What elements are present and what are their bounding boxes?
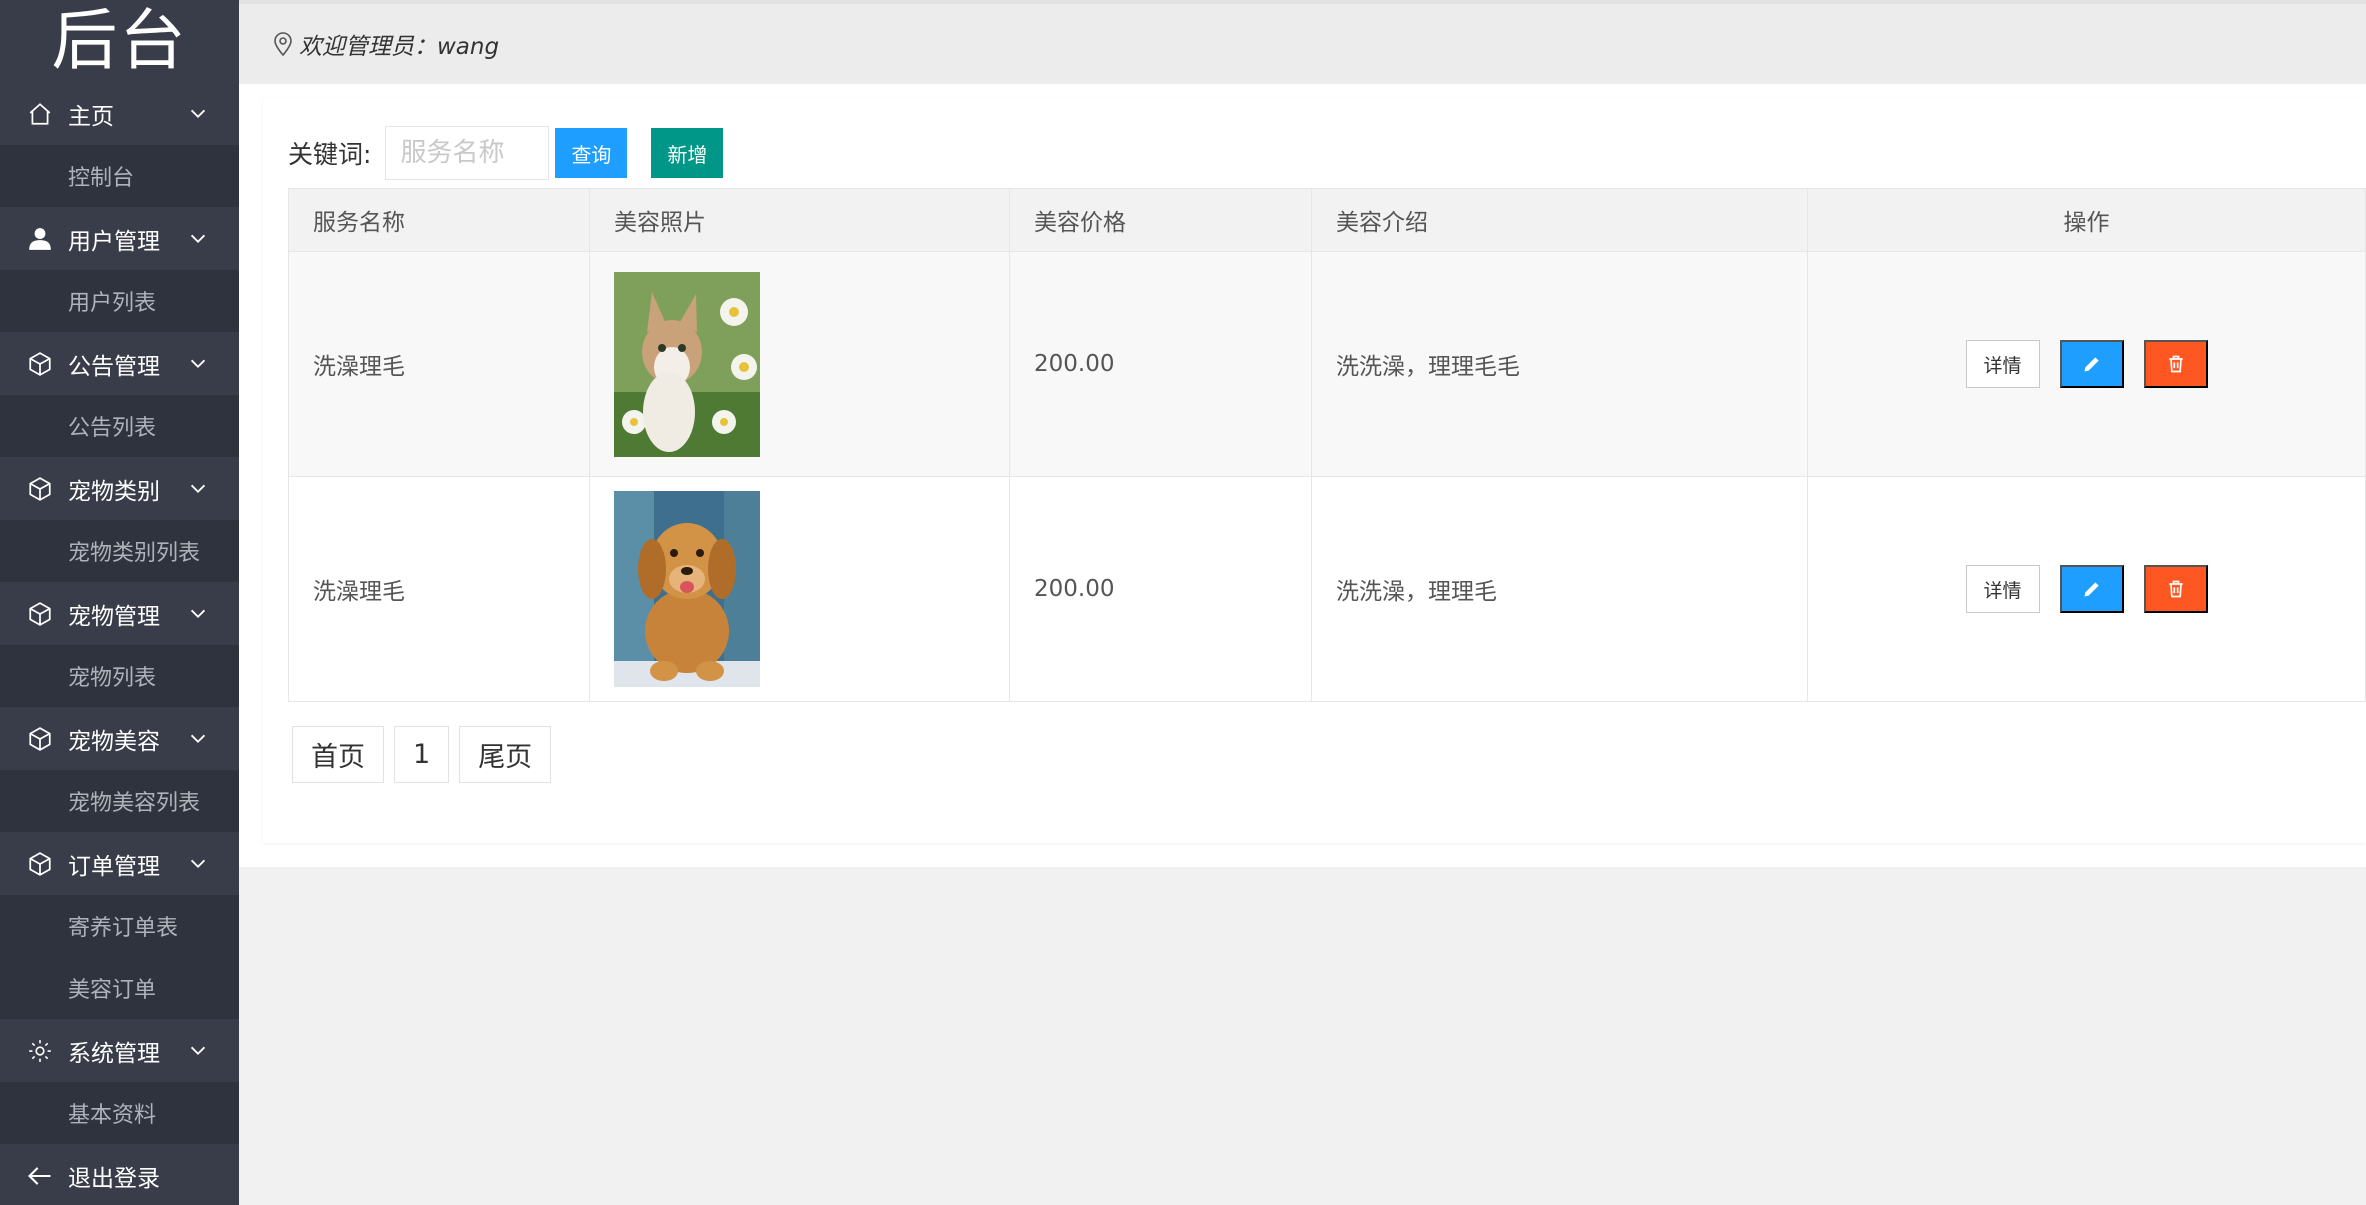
nav-sub-pet-category-list[interactable]: 宠物类别列表 [0,520,239,582]
edit-icon [2084,582,2099,597]
nav-system[interactable]: 系统管理 [0,1019,239,1082]
nav-grooming[interactable]: 宠物美容 [0,707,239,770]
cell-price: 200.00 [1009,251,1312,477]
delete-button[interactable] [2143,340,2208,388]
chevron-down-icon [190,1046,206,1055]
chevron-down-icon [190,109,206,118]
detail-button[interactable]: 详情 [1965,565,2040,613]
nav-sub-profile[interactable]: 基本资料 [0,1082,239,1144]
cube-icon [26,850,54,878]
search-input[interactable] [385,126,550,180]
nav-orders-label: 订单管理 [68,853,160,880]
cell-photo [589,476,1010,702]
cube-icon [26,600,54,628]
edit-button[interactable] [2059,340,2124,388]
nav-orders[interactable]: 订单管理 [0,832,239,895]
nav-home[interactable]: 主页 [0,82,239,145]
nav-pets-label: 宠物管理 [68,603,160,630]
cell-actions: 详情 [1807,476,2366,702]
last-page-button[interactable]: 尾页 [459,726,552,783]
nav-notices[interactable]: 公告管理 [0,332,239,395]
chevron-down-icon [190,484,206,493]
query-button[interactable]: 查询 [555,128,628,178]
location-pin-icon [274,32,292,57]
header-price: 美容价格 [1009,188,1312,252]
cat-photo [614,271,760,457]
nav-pets[interactable]: 宠物管理 [0,582,239,645]
nav-pet-category-label: 宠物类别 [68,478,160,505]
cell-photo [589,251,1010,477]
nav-users[interactable]: 用户管理 [0,207,239,270]
nav-notices-label: 公告管理 [68,353,160,380]
nav-sub-pet-list[interactable]: 宠物列表 [0,645,239,707]
cell-price: 200.00 [1009,476,1312,702]
cell-service-name: 洗澡理毛 [288,251,590,477]
delete-button[interactable] [2143,565,2208,613]
chevron-down-icon [190,734,206,743]
cell-service-name: 洗澡理毛 [288,476,590,702]
top-bar: 欢迎管理员：wang [239,0,2366,84]
chevron-down-icon [190,609,206,618]
edit-button[interactable] [2059,565,2124,613]
arrow-left-icon [26,1162,54,1190]
header-photo: 美容照片 [589,188,1010,252]
nav-sub-grooming-orders[interactable]: 美容订单 [0,957,239,1019]
header-actions: 操作 [1807,188,2366,252]
table-row: 洗澡理毛 200.00 洗洗澡，理理毛毛 详情 [288,251,2366,477]
nav-sub-notice-list[interactable]: 公告列表 [0,395,239,457]
keyword-label: 关键词: [288,140,372,169]
chevron-down-icon [190,859,206,868]
header-service-name: 服务名称 [288,188,590,252]
user-icon [26,225,54,253]
nav-users-label: 用户管理 [68,228,160,255]
brand-title: 后台 [51,2,188,79]
welcome-text: 欢迎管理员：wang [299,34,500,60]
nav-sub-user-list[interactable]: 用户列表 [0,270,239,332]
table-header-row: 服务名称 美容照片 美容价格 美容介绍 操作 [288,188,2366,252]
table-row: 洗澡理毛 200.00 洗洗澡，理理毛 详情 [288,476,2366,702]
pagination: 首页 1 尾页 [292,726,552,783]
services-table: 服务名称 美容照片 美容价格 美容介绍 操作 洗澡理毛 200.00 洗洗澡，理… [288,188,2366,702]
sidebar: 后台 主页 控制台 用户管理 用户列表 公告管理 公告列表 宠物类别 宠物类别列… [0,0,239,1205]
cell-actions: 详情 [1807,251,2366,477]
nav-system-label: 系统管理 [68,1040,160,1067]
cube-icon [26,475,54,503]
search-toolbar: 关键词: 查询 新增 [288,126,724,180]
edit-icon [2084,357,2099,372]
chevron-down-icon [190,359,206,368]
page-number-button[interactable]: 1 [394,726,450,783]
nav-sub-boarding-orders[interactable]: 寄养订单表 [0,895,239,957]
cell-intro: 洗洗澡，理理毛毛 [1311,251,1808,477]
trash-icon [2168,355,2183,373]
cube-icon [26,725,54,753]
nav-grooming-label: 宠物美容 [68,728,160,755]
chevron-down-icon [190,234,206,243]
dog-photo [614,491,760,687]
logout-link[interactable]: 退出登录 [0,1144,239,1205]
home-icon [26,100,54,128]
nav-sub-grooming-list[interactable]: 宠物美容列表 [0,770,239,832]
add-button[interactable]: 新增 [651,128,724,178]
nav-home-label: 主页 [68,103,114,130]
first-page-button[interactable]: 首页 [292,726,384,783]
header-intro: 美容介绍 [1311,188,1808,252]
nav-sub-console[interactable]: 控制台 [0,145,239,207]
trash-icon [2168,580,2183,598]
cube-icon [26,350,54,378]
logout-label: 退出登录 [68,1165,160,1192]
cell-intro: 洗洗澡，理理毛 [1311,476,1808,702]
nav-pet-category[interactable]: 宠物类别 [0,457,239,520]
gear-icon [26,1037,54,1065]
detail-button[interactable]: 详情 [1965,340,2040,388]
